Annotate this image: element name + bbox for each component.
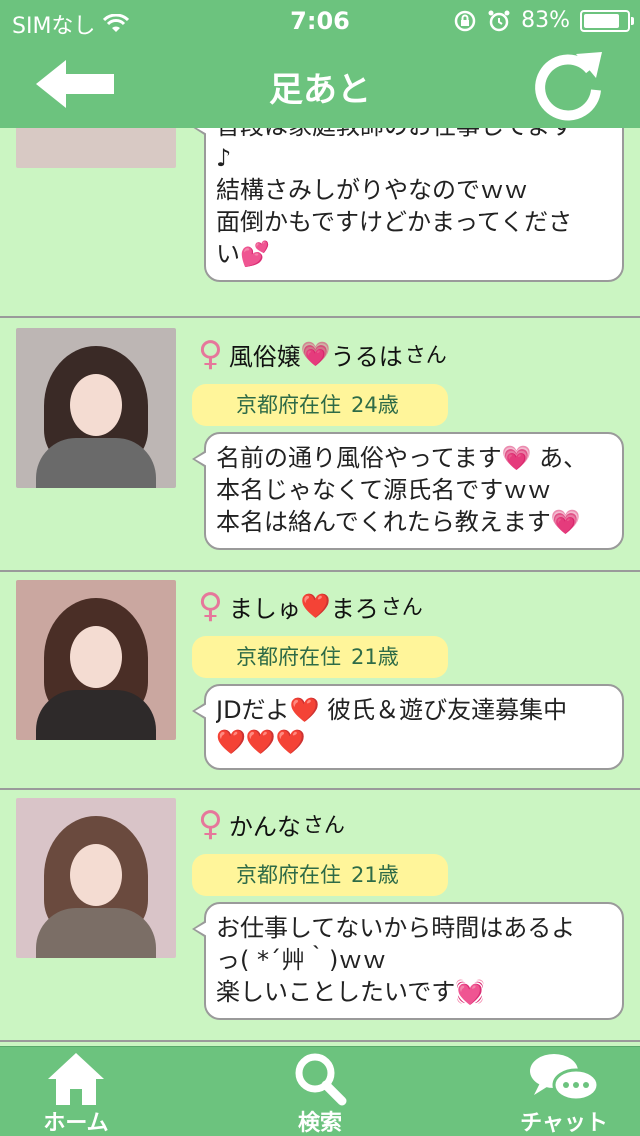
- message-line: 普段は家庭教師のお仕事してます: [216, 128, 612, 142]
- user-name: ♀ かんな さん: [198, 804, 345, 844]
- tab-home[interactable]: ホーム: [0, 1049, 156, 1136]
- refresh-icon: [535, 52, 602, 121]
- message-line: 本名は絡んでくれたら教えます💗: [216, 508, 581, 536]
- tab-label: ホーム: [43, 1111, 109, 1136]
- status-bar: SIMなし 7:06 83%: [0, 0, 640, 40]
- avatar: [16, 580, 176, 740]
- refresh-button[interactable]: [530, 46, 606, 122]
- tab-chat[interactable]: チャット: [484, 1049, 640, 1136]
- tab-label: 検索: [297, 1111, 342, 1136]
- honorific: さん: [302, 813, 345, 837]
- heart-icon: ❤️: [300, 592, 331, 620]
- age-text: 21歳: [351, 645, 399, 669]
- location-text: 京都府在住: [236, 863, 341, 887]
- rotation-lock-icon: [454, 10, 476, 31]
- user-name: ♀ 風俗嬢 💗 うるは さん: [198, 334, 447, 374]
- message-line: 結構さみしがりやなのでｗｗ: [216, 176, 528, 204]
- message-bubble: JDだよ❤️ 彼氏＆遊び友達募集中 ❤️❤️❤️: [192, 684, 624, 770]
- footprint-list: 普段は家庭教師のお仕事してます ♪ 結構さみしがりやなのでｗｗ 面倒かもですけど…: [0, 128, 640, 1046]
- female-icon: ♀: [198, 586, 223, 626]
- tab-search[interactable]: 検索: [240, 1049, 400, 1136]
- tab-label: チャット: [520, 1111, 608, 1136]
- avatar: [16, 328, 176, 488]
- home-icon: [48, 1053, 104, 1105]
- list-item[interactable]: ♀ 風俗嬢 💗 うるは さん 京都府在住 24歳 名前の通り風俗やってます💗 あ、…: [0, 320, 640, 572]
- name-text: ましゅ: [228, 594, 301, 623]
- list-item[interactable]: ♀ ましゅ ❤️ まろ さん 京都府在住 21歳 JDだよ❤️ 彼氏＆遊び友達募集…: [0, 572, 640, 790]
- message-line: 名前の通り風俗やってます💗 あ、: [216, 444, 588, 472]
- search-icon: [295, 1053, 347, 1106]
- message-line: ❤️❤️❤️: [216, 728, 306, 756]
- message-line: 本名じゃなくて源氏名ですｗｗ: [216, 476, 552, 504]
- message-line: 楽しいことしたいです💓: [216, 978, 486, 1006]
- location-text: 京都府在住: [236, 645, 341, 669]
- tab-bar: ホーム 検索 チャット: [0, 1046, 640, 1136]
- name-text: 風俗嬢: [228, 342, 301, 371]
- age-text: 21歳: [351, 863, 399, 887]
- nav-bar: 足あと: [0, 40, 640, 128]
- location-age-badge: 京都府在住 21歳: [192, 854, 448, 896]
- female-icon: ♀: [198, 334, 223, 374]
- user-name: ♀ ましゅ ❤️ まろ さん: [198, 586, 423, 626]
- list-item[interactable]: ♀ かんな さん 京都府在住 21歳 お仕事してないから時間はあるよ っ( *´艸…: [0, 790, 640, 1042]
- location-age-badge: 京都府在住 24歳: [192, 384, 448, 426]
- chat-icon: [530, 1054, 600, 1102]
- avatar: [16, 798, 176, 958]
- female-icon: ♀: [198, 804, 223, 844]
- age-text: 24歳: [351, 393, 399, 417]
- message-line: JDだよ❤️ 彼氏＆遊び友達募集中: [216, 696, 568, 724]
- message-bubble: お仕事してないから時間はあるよ っ( *´艸｀)ｗｗ 楽しいことしたいです💓: [192, 902, 624, 1020]
- name-text: うるは: [330, 342, 403, 371]
- message-bubble: 名前の通り風俗やってます💗 あ、 本名じゃなくて源氏名ですｗｗ 本名は絡んでくれ…: [192, 432, 624, 550]
- message-line: っ( *´艸｀)ｗｗ: [216, 946, 387, 974]
- heart-icon: 💗: [300, 340, 331, 368]
- battery-icon: [580, 9, 634, 32]
- message-bubble: 普段は家庭教師のお仕事してます ♪ 結構さみしがりやなのでｗｗ 面倒かもですけど…: [192, 128, 624, 282]
- location-text: 京都府在住: [236, 393, 341, 417]
- list-item[interactable]: 普段は家庭教師のお仕事してます ♪ 結構さみしがりやなのでｗｗ 面倒かもですけど…: [0, 128, 640, 318]
- location-age-badge: 京都府在住 21歳: [192, 636, 448, 678]
- avatar: [16, 128, 176, 168]
- name-text: かんな: [228, 812, 301, 841]
- alarm-icon: [488, 10, 510, 31]
- message-line: ♪: [216, 144, 232, 172]
- message-line: お仕事してないから時間はあるよ: [216, 914, 576, 942]
- battery-percent: 83%: [521, 8, 570, 33]
- name-text: まろ: [330, 594, 379, 623]
- message-line: い💕: [216, 240, 270, 268]
- message-line: 面倒かもですけどかまってくださ: [216, 208, 573, 236]
- honorific: さん: [380, 595, 423, 619]
- honorific: さん: [404, 343, 447, 367]
